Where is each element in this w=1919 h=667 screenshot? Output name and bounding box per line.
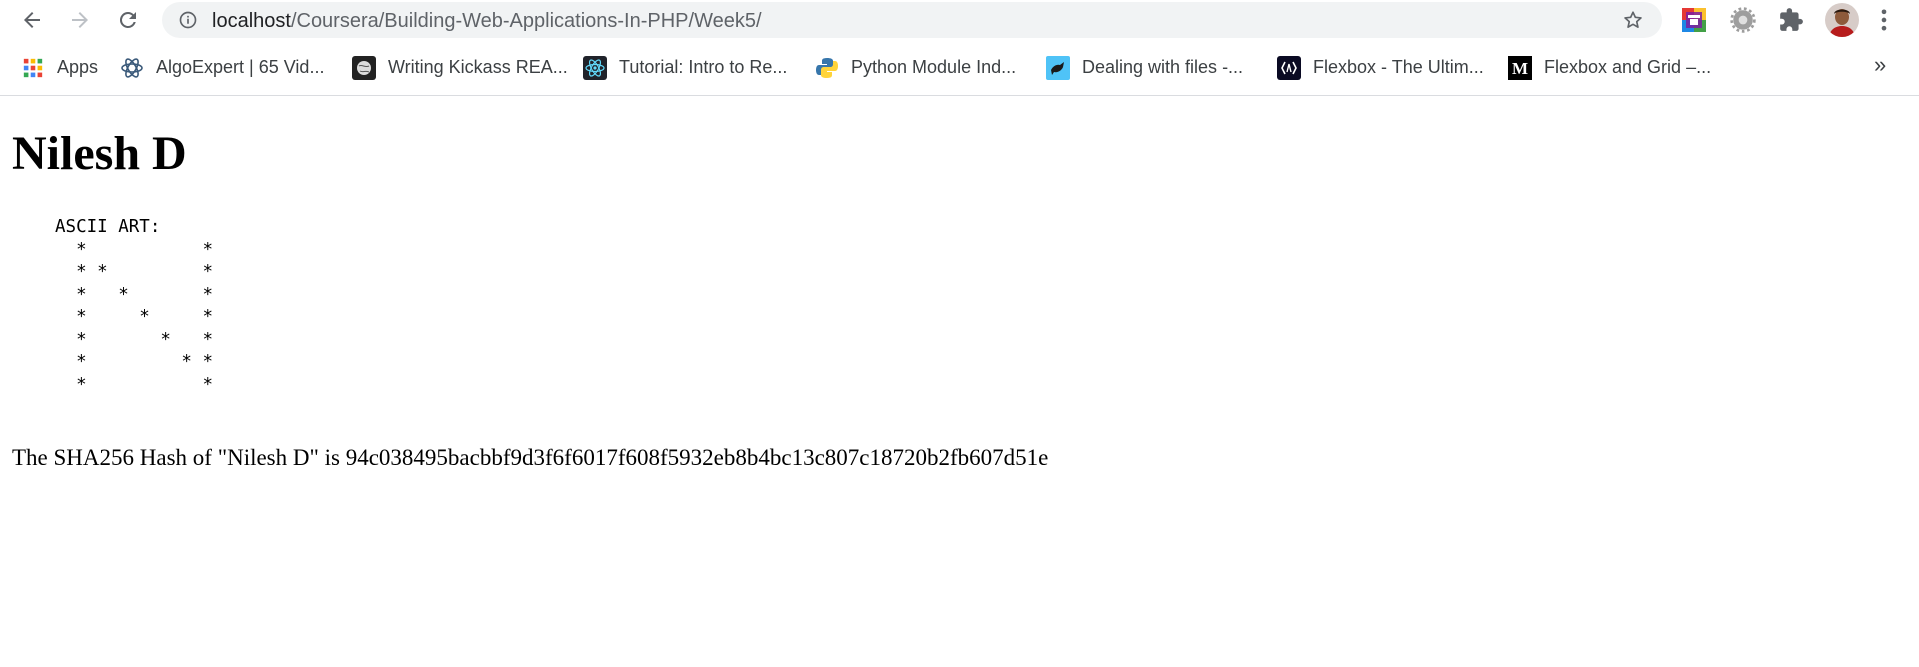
page-title: Nilesh D	[12, 127, 187, 180]
back-button[interactable]	[16, 4, 48, 36]
profile-avatar-icon	[1825, 3, 1859, 37]
back-icon	[24, 12, 40, 28]
react-icon	[583, 55, 607, 80]
bookmark-algoexpert[interactable]: AlgoExpert | 65 Vid...	[120, 40, 324, 95]
bookmark-label: Writing Kickass REA...	[388, 57, 568, 77]
puzzle-icon	[1780, 8, 1803, 31]
address-bar[interactable]: localhost/Coursera/Building-Web-Applicat…	[162, 2, 1662, 38]
bookmark-label: Python Module Ind...	[851, 57, 1017, 77]
url-host: localhost	[212, 10, 291, 32]
bookmarks-bar: Apps AlgoExpert | 65 Vid... Writing Kick…	[0, 40, 1919, 96]
flexbox-icon	[1277, 55, 1301, 80]
bookmarks-overflow-button[interactable]: »	[1874, 52, 1886, 78]
bookmark-label: Dealing with files -...	[1082, 57, 1244, 77]
avatar[interactable]	[1825, 3, 1859, 37]
bookmark-dealing-with-files[interactable]: Dealing with files -...	[1046, 40, 1243, 95]
settings-gear-button[interactable]	[1728, 5, 1758, 35]
bookmark-label: Tutorial: Intro to Re...	[619, 57, 788, 77]
kebab-menu-icon[interactable]	[1870, 6, 1898, 34]
url-text[interactable]: localhost/Coursera/Building-Web-Applicat…	[212, 2, 762, 38]
bookmark-apps[interactable]: Apps	[21, 40, 98, 95]
extension-button[interactable]	[1679, 5, 1709, 35]
forward-button[interactable]	[64, 4, 96, 36]
globe-icon	[352, 55, 376, 80]
apps-grid-icon	[21, 56, 45, 80]
extension-icon	[1682, 8, 1706, 32]
python-icon	[815, 56, 839, 80]
algoexpert-icon	[120, 56, 144, 80]
reload-button[interactable]	[112, 4, 144, 36]
star-icon[interactable]	[1622, 9, 1644, 31]
bookmark-label: Flexbox - The Ultim...	[1313, 57, 1484, 77]
browser-toolbar: localhost/Coursera/Building-Web-Applicat…	[0, 0, 1919, 40]
ascii-art: ASCII ART: * * * * * * * * * * * * * * *…	[55, 217, 214, 395]
url-path: /Coursera/Building-Web-Applications-In-P…	[290, 10, 762, 32]
bookmark-label: Apps	[57, 57, 99, 77]
bookmark-react-tutorial[interactable]: Tutorial: Intro to Re...	[583, 40, 787, 95]
bookmark-python-module[interactable]: Python Module Ind...	[815, 40, 1016, 95]
info-icon[interactable]	[178, 10, 198, 30]
bookmark-label: Flexbox and Grid –...	[1544, 57, 1712, 77]
forward-icon	[72, 12, 88, 28]
extensions-button[interactable]	[1776, 5, 1806, 35]
medium-icon: M	[1508, 55, 1532, 80]
sha256-hash-text: The SHA256 Hash of "Nilesh D" is 94c0384…	[12, 445, 1049, 470]
bookmark-flexbox-and-grid[interactable]: M Flexbox and Grid –...	[1508, 40, 1711, 95]
reload-icon	[119, 11, 136, 28]
bookmark-flexbox-ultimate[interactable]: Flexbox - The Ultim...	[1277, 40, 1484, 95]
svg-text:M: M	[1512, 59, 1528, 78]
file-icon	[1046, 55, 1070, 80]
settings-gear-icon	[1730, 7, 1756, 33]
bookmark-label: AlgoExpert | 65 Vid...	[156, 57, 325, 77]
bookmark-writing-kickass[interactable]: Writing Kickass REA...	[352, 40, 568, 95]
